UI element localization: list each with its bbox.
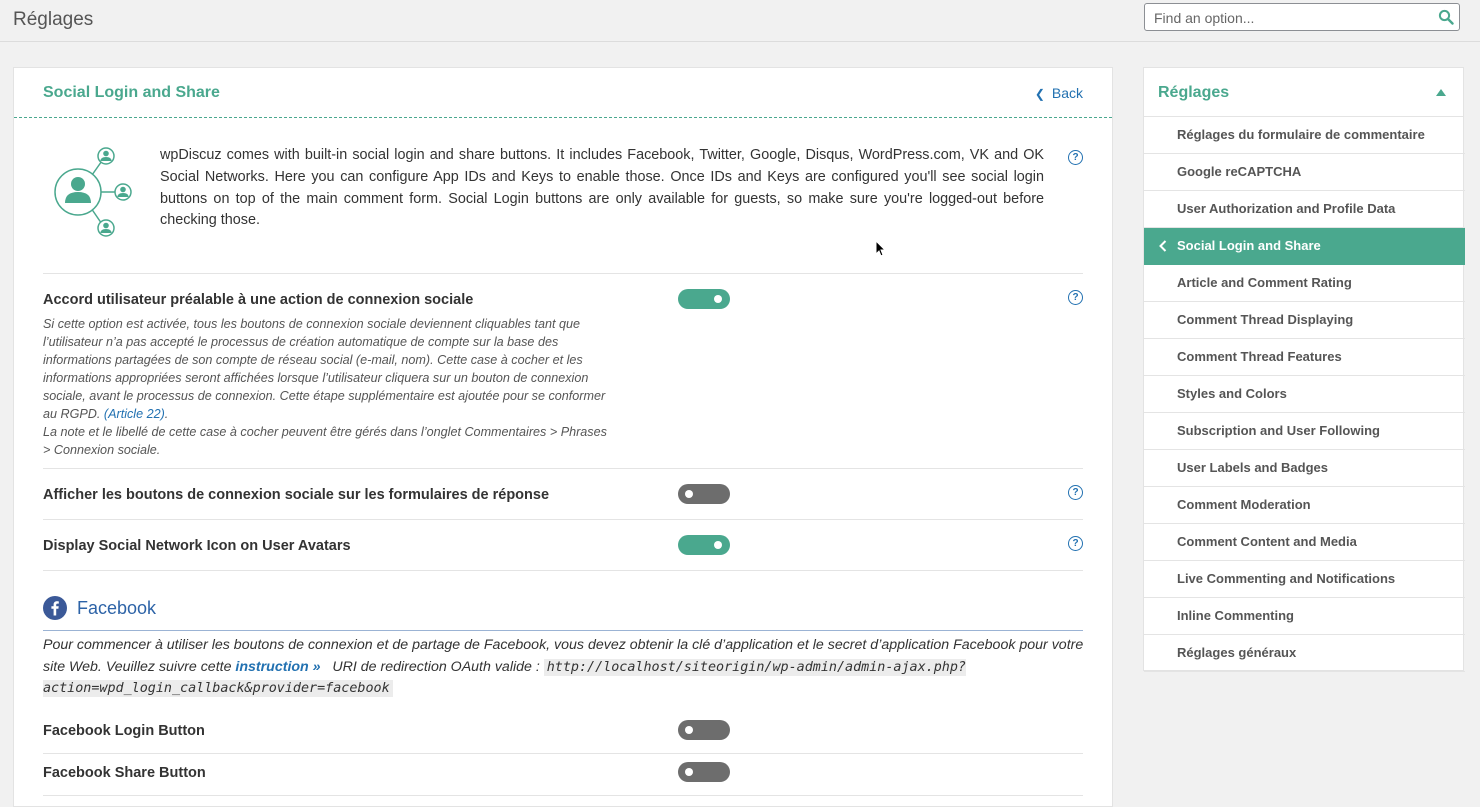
collapse-arrow-icon[interactable] — [1436, 89, 1446, 96]
sidebar-item-rating[interactable]: Article and Comment Rating — [1144, 265, 1465, 302]
chevron-left-icon — [1159, 240, 1167, 252]
facebook-title: Facebook — [77, 598, 157, 618]
settings-sidebar: Réglages Réglages du formulaire de comme… — [1143, 67, 1465, 672]
sidebar-item-subscription[interactable]: Subscription and User Following — [1144, 413, 1465, 450]
page-title: Réglages — [13, 9, 94, 30]
sidebar-header[interactable]: Réglages — [1144, 68, 1463, 117]
facebook-section-header: Facebook — [43, 596, 1083, 631]
article-22-link[interactable]: (Article 22) — [104, 407, 165, 421]
sidebar-item-comment-form[interactable]: Réglages du formulaire de commentaire — [1144, 117, 1465, 154]
settings-panel: Social Login and Share ❮ Back wpDiscuz co… — [13, 67, 1113, 807]
description-note: La note et le libellé de cette case à co… — [43, 425, 607, 457]
toggle-knob — [685, 490, 693, 498]
sidebar-title: Réglages — [1158, 84, 1230, 101]
sidebar-item-social-login[interactable]: Social Login and Share — [1144, 228, 1465, 265]
sidebar-item-label: Social Login and Share — [1177, 238, 1321, 253]
toggle-avatar-icon[interactable] — [678, 535, 730, 555]
sidebar-item-recaptcha[interactable]: Google reCAPTCHA — [1144, 154, 1465, 191]
search-icon[interactable] — [1438, 9, 1454, 25]
chevron-left-icon: ❮ — [1034, 87, 1045, 101]
help-icon[interactable]: ? — [1068, 290, 1083, 305]
sidebar-item-styles[interactable]: Styles and Colors — [1144, 376, 1465, 413]
facebook-icon — [43, 596, 67, 620]
divider — [43, 468, 1083, 469]
sidebar-item-inline-commenting[interactable]: Inline Commenting — [1144, 598, 1465, 635]
description-punct: . — [164, 407, 169, 421]
sidebar-item-general[interactable]: Réglages généraux — [1144, 635, 1465, 672]
sidebar-item-live-commenting[interactable]: Live Commenting and Notifications — [1144, 561, 1465, 598]
intro-text: wpDiscuz comes with built-in social logi… — [160, 147, 1044, 229]
sidebar-item-thread-displaying[interactable]: Comment Thread Displaying — [1144, 302, 1465, 339]
option-label: Facebook Login Button — [43, 723, 205, 739]
sidebar-item-labels[interactable]: User Labels and Badges — [1144, 450, 1465, 487]
divider — [43, 519, 1083, 520]
panel-title: Social Login and Share — [43, 84, 220, 101]
sidebar-item-content-media[interactable]: Comment Content and Media — [1144, 524, 1465, 561]
option-description: Si cette option est activée, tous les bo… — [43, 315, 613, 459]
back-link[interactable]: ❮ Back — [1035, 85, 1083, 101]
option-label: Display Social Network Icon on User Avat… — [43, 538, 351, 554]
search-box[interactable] — [1144, 3, 1460, 31]
redirect-uri-label: URI de redirection OAuth valide : — [332, 658, 540, 675]
help-icon[interactable]: ? — [1068, 150, 1083, 165]
option-label: Facebook Share Button — [43, 765, 206, 781]
social-network-icon — [54, 147, 132, 237]
help-icon[interactable]: ? — [1068, 485, 1083, 500]
toggle-knob — [714, 295, 722, 303]
toggle-knob — [714, 541, 722, 549]
sidebar-item-moderation[interactable]: Comment Moderation — [1144, 487, 1465, 524]
back-label: Back — [1051, 85, 1083, 101]
search-input[interactable] — [1154, 9, 1424, 26]
panel-header: Social Login and Share ❮ Back — [14, 68, 1112, 118]
description-text: Si cette option est activée, tous les bo… — [43, 317, 606, 421]
toggle-knob — [685, 726, 693, 734]
divider — [43, 570, 1083, 571]
divider — [43, 753, 1083, 754]
toggle-facebook-share[interactable] — [678, 762, 730, 782]
toggle-facebook-login[interactable] — [678, 720, 730, 740]
toggle-knob — [685, 768, 693, 776]
header-divider — [0, 41, 1480, 42]
mouse-cursor-icon — [875, 240, 886, 257]
facebook-description: Pour commencer à utiliser les boutons de… — [43, 635, 1093, 700]
option-label: Accord utilisateur préalable à une actio… — [43, 292, 474, 308]
sidebar-item-user-authorization[interactable]: User Authorization and Profile Data — [1144, 191, 1465, 228]
toggle-reply-forms[interactable] — [678, 484, 730, 504]
help-icon[interactable]: ? — [1068, 536, 1083, 551]
sidebar-item-thread-features[interactable]: Comment Thread Features — [1144, 339, 1465, 376]
instruction-link[interactable]: instruction » — [235, 659, 320, 675]
option-label: Afficher les boutons de connexion social… — [43, 487, 550, 503]
toggle-prior-consent[interactable] — [678, 289, 730, 309]
divider — [43, 273, 1083, 274]
